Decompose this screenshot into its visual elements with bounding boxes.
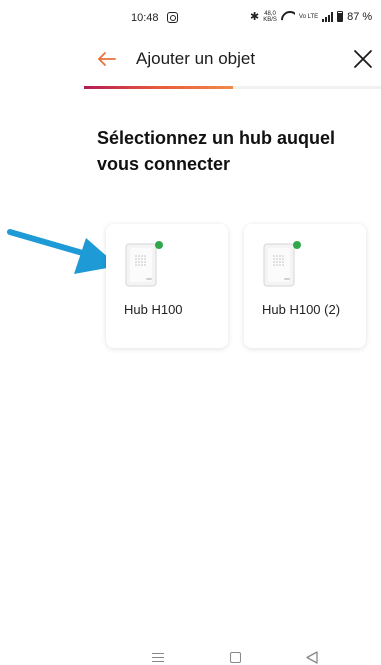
network-speed-unit: KB/S [263,16,277,23]
hub-card[interactable]: Hub H100 [106,224,228,348]
app-header: Ajouter un objet [84,40,381,80]
signal-icon [322,11,334,22]
system-nav-bar [0,640,381,665]
status-bar: 10:48 ✱ 48,0 KB/S Vo LTE 87 % [0,0,381,36]
wifi-icon [281,11,295,22]
header-title: Ajouter un objet [136,49,256,68]
instagram-icon [167,12,178,23]
battery-level: 87 % [347,10,373,23]
volte-indicator: Vo LTE [298,13,319,20]
status-icons: ✱ 48,0 KB/S Vo LTE 87 % [250,10,373,24]
bluetooth-icon: ✱ [250,11,260,23]
page-title: Sélectionnez un hub auquel vous connecte… [97,128,336,174]
hub-device-icon [263,241,301,287]
step-progress-bar [84,86,381,89]
hub-status-dot [155,241,163,249]
step-progress-fill [84,86,233,89]
hub-status-dot [293,241,301,249]
hub-name: Hub H100 (2) [262,302,341,317]
status-time: 10:48 [131,12,159,24]
menu-icon[interactable] [152,653,164,662]
battery-icon [337,11,344,22]
hub-name: Hub H100 [124,302,183,317]
hub-device-icon [125,241,163,287]
close-icon[interactable] [352,48,374,70]
network-speed: 48,0 KB/S [263,11,277,23]
home-icon[interactable] [230,652,241,663]
back-arrow-icon[interactable] [96,48,118,70]
back-icon[interactable] [305,651,319,664]
hub-card[interactable]: Hub H100 (2) [244,224,366,348]
